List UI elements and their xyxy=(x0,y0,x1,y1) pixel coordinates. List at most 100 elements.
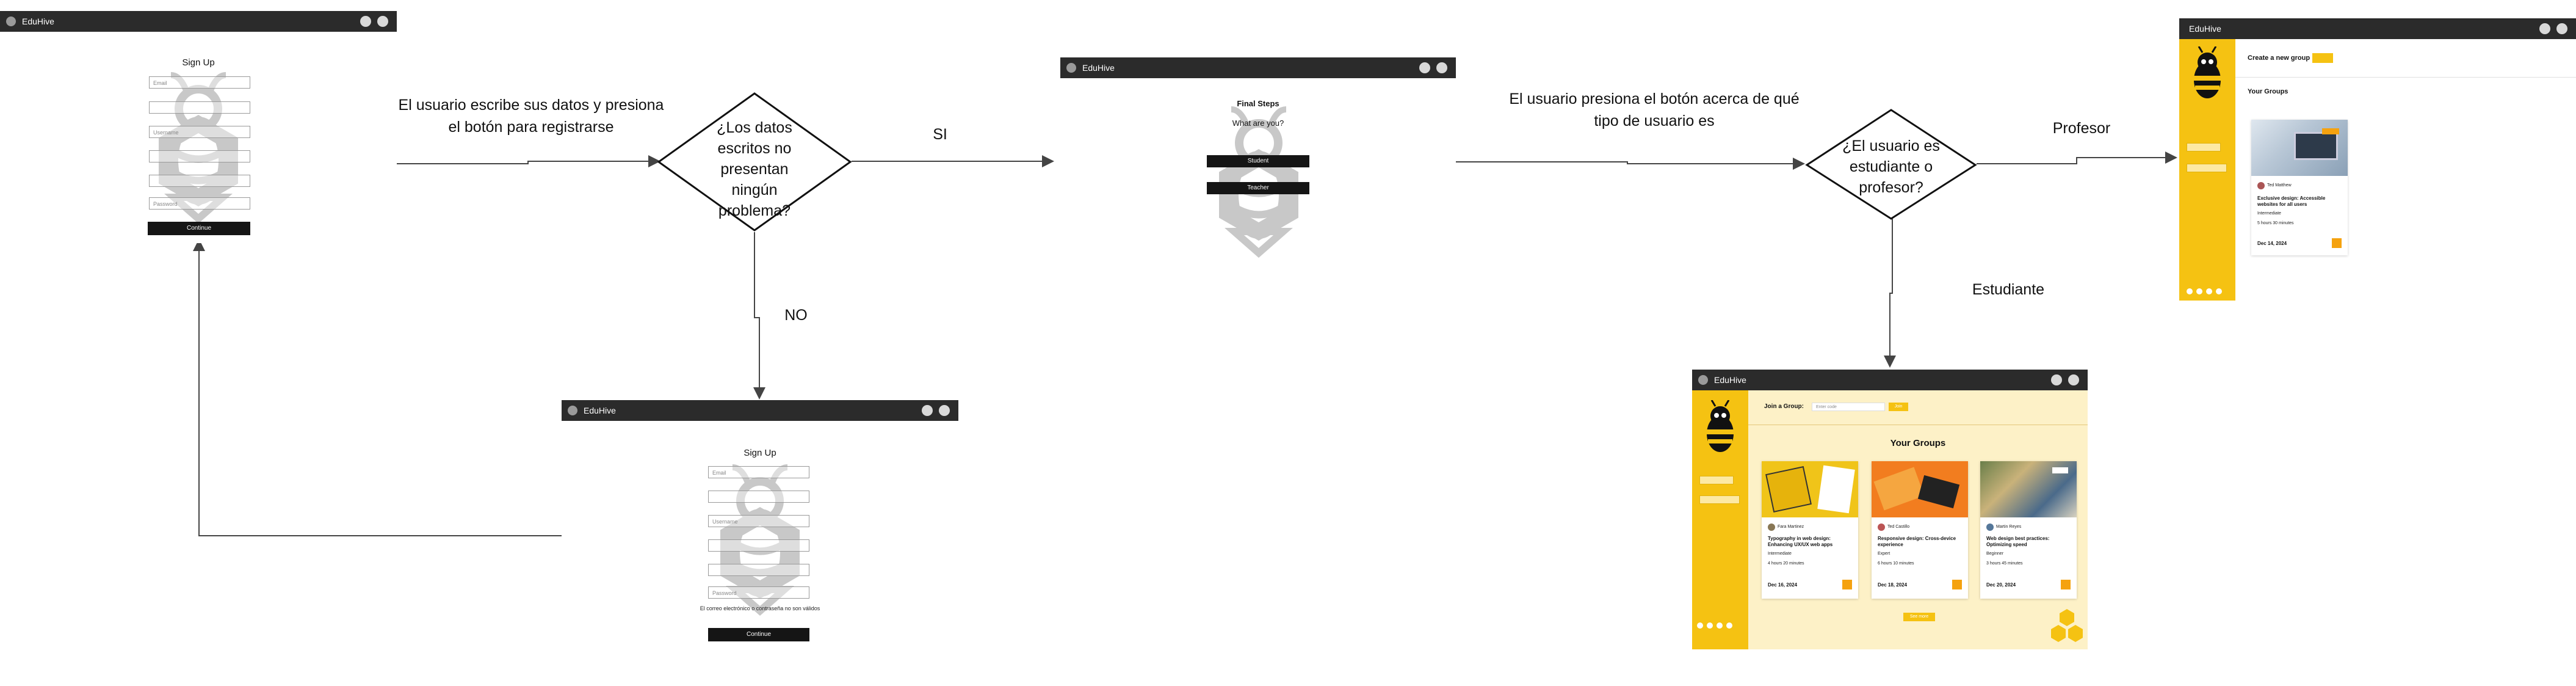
email-field[interactable]: Email xyxy=(708,466,809,478)
card-title: Exclusive design: Accessible websites fo… xyxy=(2257,195,2326,207)
card-arrow-button[interactable] xyxy=(1842,580,1852,589)
nav-dot[interactable] xyxy=(1726,622,1732,629)
sidebar xyxy=(1692,390,1748,649)
divider xyxy=(2235,77,2576,78)
username-field[interactable]: Username xyxy=(149,126,250,138)
text-field-2[interactable] xyxy=(708,564,809,576)
app-logo-icon xyxy=(1698,375,1708,385)
close-button[interactable] xyxy=(2556,23,2567,34)
bee-logo-icon xyxy=(2194,46,2221,98)
card-arrow-button[interactable] xyxy=(2061,580,2071,589)
nav-dot[interactable] xyxy=(2196,288,2202,294)
nav-dot[interactable] xyxy=(1717,622,1723,629)
create-group-button[interactable] xyxy=(2312,53,2333,63)
student-button[interactable]: Student xyxy=(1207,155,1309,167)
card-date: Dec 14, 2024 xyxy=(2257,241,2287,246)
sidebar-button-2[interactable] xyxy=(1699,495,1740,504)
see-more-button[interactable]: See more xyxy=(1903,613,1935,621)
join-code-input[interactable]: Enter code xyxy=(1812,403,1885,411)
card-author: Ted Matthew xyxy=(2267,183,2292,188)
text-field-2[interactable] xyxy=(149,175,250,187)
email-field[interactable]: Email xyxy=(149,76,250,89)
final-steps-window: EduHive Final Steps What are you? Studen… xyxy=(1060,57,1456,277)
form-title: Sign Up xyxy=(182,57,215,68)
nav-dot[interactable] xyxy=(1697,622,1703,629)
card-title: Responsive design: Cross-device experien… xyxy=(1878,536,1956,547)
close-button[interactable] xyxy=(1436,62,1447,73)
user-type-question: What are you? xyxy=(1232,119,1284,128)
name-field[interactable] xyxy=(708,491,809,503)
card-image xyxy=(1980,461,2077,517)
nav-dot[interactable] xyxy=(2187,288,2193,294)
name-field[interactable] xyxy=(149,101,250,114)
titlebar: EduHive xyxy=(1692,370,2088,390)
titlebar: EduHive xyxy=(562,400,958,421)
join-button[interactable]: Join xyxy=(1889,403,1908,411)
join-group-label: Join a Group: xyxy=(1764,403,1804,410)
app-name: EduHive xyxy=(2189,24,2221,34)
group-card[interactable]: Martin Reyes Web design best practices: … xyxy=(1980,461,2077,599)
usertype-step-text: El usuario presiona el botón acerca de q… xyxy=(1509,90,1800,130)
app-name: EduHive xyxy=(1714,375,1746,385)
card-badge xyxy=(2052,467,2068,473)
text-field[interactable] xyxy=(149,150,250,162)
group-card[interactable]: Fara Martinez Typography in web design: … xyxy=(1762,461,1858,599)
avatar xyxy=(1878,524,1885,531)
card-arrow-button[interactable] xyxy=(2332,238,2342,248)
avatar xyxy=(2257,182,2265,189)
bee-logo-icon xyxy=(1707,400,1734,452)
sidebar-button[interactable] xyxy=(2187,143,2221,151)
close-button[interactable] xyxy=(939,405,950,416)
password-field[interactable]: Password xyxy=(708,586,809,599)
card-duration: 5 hours 30 minutes xyxy=(2257,221,2294,225)
card-badge xyxy=(2322,128,2339,134)
card-level: Expert xyxy=(1878,552,1890,556)
card-level: Intermediate xyxy=(1768,552,1792,556)
yes-label: SI xyxy=(933,126,947,143)
your-groups-title: Your Groups xyxy=(2248,88,2288,95)
app-name: EduHive xyxy=(1082,63,1115,73)
group-card[interactable]: Ted Castillo Responsive design: Cross-de… xyxy=(1872,461,1968,599)
group-card[interactable]: Ted Matthew Exclusive design: Accessible… xyxy=(2251,120,2348,255)
nav-dot[interactable] xyxy=(2216,288,2222,294)
text-field[interactable] xyxy=(708,539,809,552)
card-duration: 3 hours 45 minutes xyxy=(1986,561,2023,566)
card-image xyxy=(1762,461,1858,517)
continue-button[interactable]: Continue xyxy=(708,628,809,641)
nav-dot[interactable] xyxy=(1707,622,1713,629)
card-arrow-button[interactable] xyxy=(1952,580,1962,589)
card-author: Martin Reyes xyxy=(1996,525,2022,529)
close-button[interactable] xyxy=(2068,374,2079,385)
card-title: Typography in web design: Enhancing UX/U… xyxy=(1768,536,1833,547)
nav-dot[interactable] xyxy=(2206,288,2212,294)
sidebar-button-2[interactable] xyxy=(2187,164,2227,172)
app-name: EduHive xyxy=(22,16,54,26)
no-label: NO xyxy=(784,307,808,324)
close-button[interactable] xyxy=(377,16,388,27)
app-logo-icon xyxy=(568,406,577,415)
card-duration: 6 hours 10 minutes xyxy=(1878,561,1914,566)
password-field[interactable]: Password xyxy=(149,197,250,210)
signup-error-window: EduHive Sign Up Email Username Password … xyxy=(562,400,958,644)
card-level: Intermediate xyxy=(2257,211,2281,216)
continue-button[interactable]: Continue xyxy=(148,222,250,235)
card-date: Dec 16, 2024 xyxy=(1768,582,1798,588)
your-groups-title: Your Groups xyxy=(1890,438,1946,448)
sidebar-button[interactable] xyxy=(1699,476,1734,484)
username-field[interactable]: Username xyxy=(708,515,809,527)
app-name: EduHive xyxy=(584,406,616,415)
minimize-button[interactable] xyxy=(2539,23,2550,34)
teacher-button[interactable]: Teacher xyxy=(1207,182,1309,194)
register-step-text: El usuario escribe sus datos y presiona … xyxy=(398,97,664,136)
decision-2-text: ¿El usuario es estudiante o profesor? xyxy=(1842,137,1940,196)
minimize-button[interactable] xyxy=(1419,62,1430,73)
honeycomb-icon xyxy=(2051,609,2083,642)
minimize-button[interactable] xyxy=(2051,374,2062,385)
card-level: Beginner xyxy=(1986,552,2004,556)
minimize-button[interactable] xyxy=(922,405,933,416)
decision-1-text: ¿Los datos escritos no presentan ningún … xyxy=(717,119,792,219)
minimize-button[interactable] xyxy=(360,16,371,27)
error-message: El correo electrónico o contraseña no so… xyxy=(700,605,820,611)
teacher-branch-label: Profesor xyxy=(2052,120,2111,137)
signup-window: EduHive Sign Up Email Username Password … xyxy=(0,11,397,243)
